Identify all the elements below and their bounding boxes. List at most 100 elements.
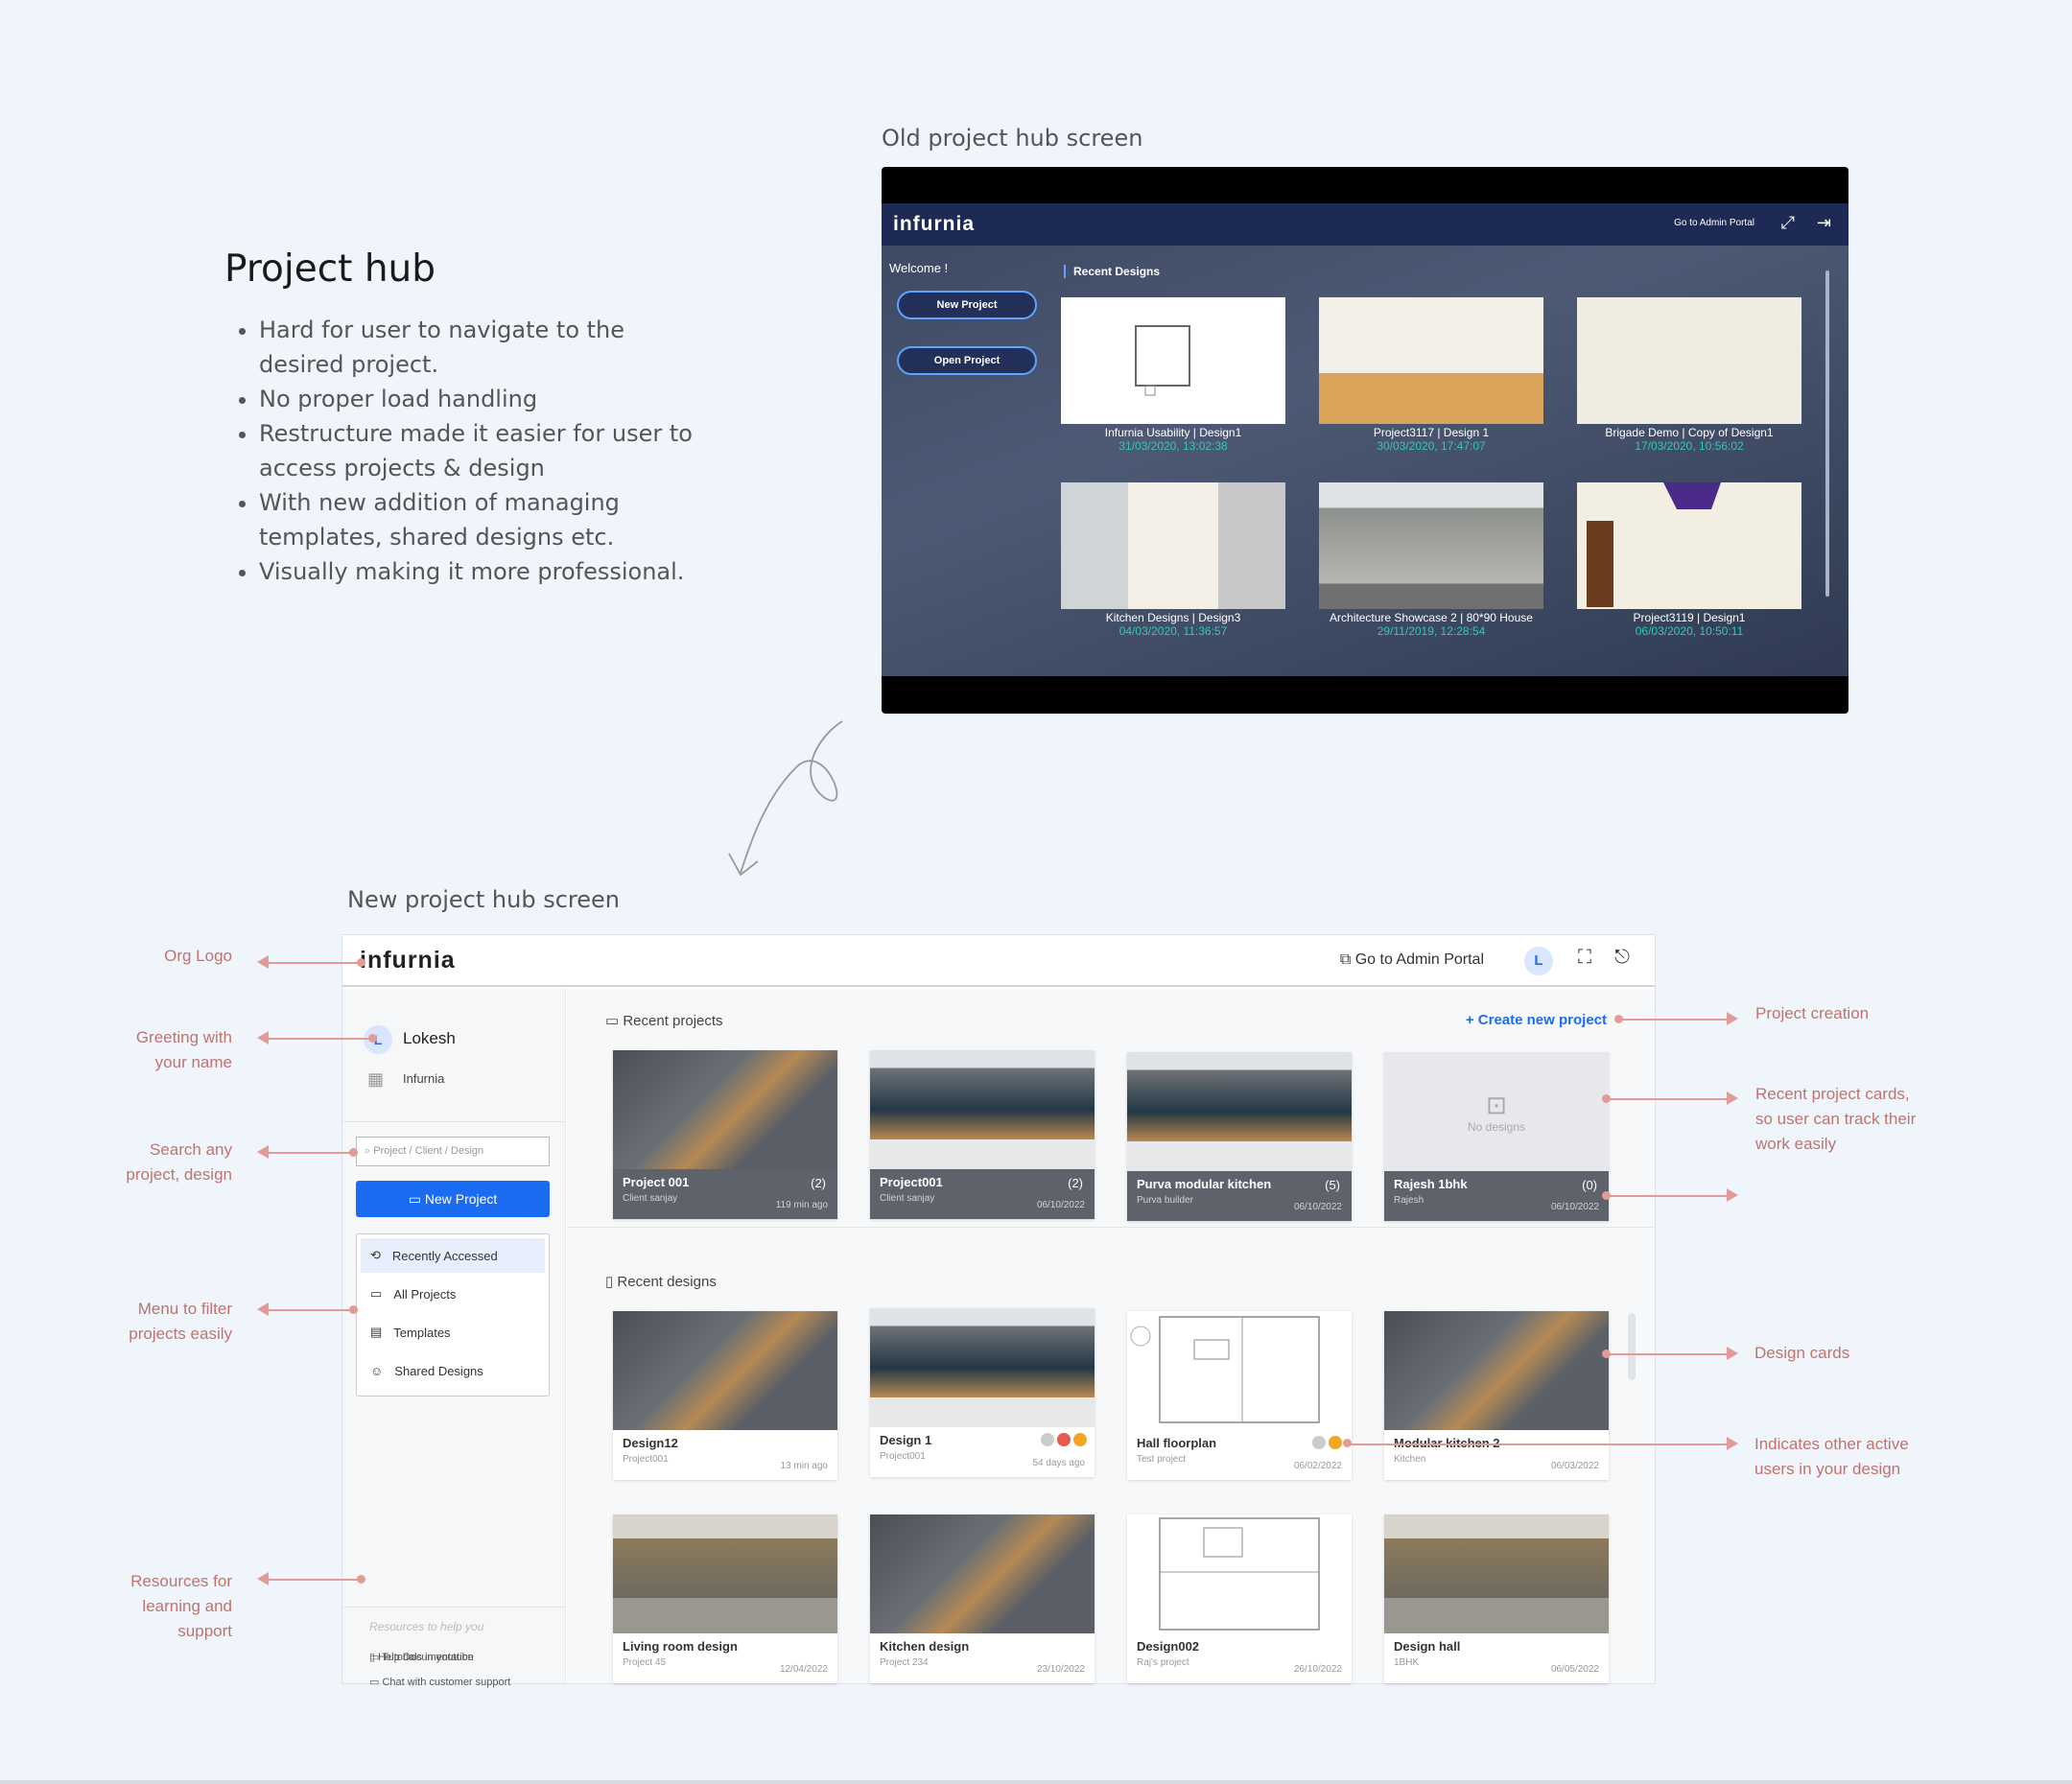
annotation-line bbox=[265, 962, 361, 964]
avatar[interactable]: L bbox=[1524, 947, 1553, 975]
logout-icon[interactable]: ⎋ bbox=[1614, 947, 1630, 969]
scrollbar[interactable] bbox=[1628, 1313, 1636, 1380]
annotation-text: projects easily bbox=[129, 1325, 232, 1343]
design-date: 06/03/2022 bbox=[1550, 1461, 1599, 1471]
chat-support-link[interactable]: ▭ Chat with customer support bbox=[369, 1676, 510, 1688]
design-card-footer: Modular kitchen 2 Kitchen 06/03/2022 bbox=[1384, 1430, 1609, 1480]
design-name: Design002 bbox=[1137, 1639, 1200, 1654]
menu-item-all-projects[interactable]: ▭ All Projects bbox=[361, 1277, 545, 1311]
design-count: (5) bbox=[1325, 1178, 1340, 1192]
folder-icon: ▭ bbox=[605, 1013, 624, 1029]
design-thumb bbox=[613, 1514, 837, 1633]
annotation-design-cards: Design cards bbox=[1754, 1344, 1850, 1362]
design-thumb bbox=[1384, 1514, 1609, 1633]
annotation-creation: Project creation bbox=[1755, 1004, 1870, 1022]
old-admin-link[interactable]: Go to Admin Portal bbox=[1674, 218, 1754, 228]
project-card-footer: Project001 Client sanjay (2) 06/10/2022 bbox=[870, 1169, 1095, 1219]
design-date: 06/02/2022 bbox=[1293, 1461, 1342, 1471]
external-link-icon: ⧉ bbox=[1339, 951, 1355, 968]
help-docs-link[interactable]: ▯ Help Documentation bbox=[369, 1651, 474, 1663]
intro-list: Hard for user to navigate to the desired… bbox=[255, 313, 716, 589]
annotation-line bbox=[265, 1309, 353, 1311]
create-project-link[interactable]: + Create new project bbox=[1466, 1012, 1607, 1028]
annotation-dot bbox=[349, 1305, 358, 1314]
admin-portal-link[interactable]: ⧉ Go to Admin Portal bbox=[1340, 951, 1484, 969]
intro-point: With new addition of managing templates,… bbox=[259, 485, 716, 554]
logout-icon[interactable]: ⇥ bbox=[1817, 213, 1831, 233]
inbox-icon: ⊡ bbox=[1486, 1091, 1507, 1119]
project-card[interactable]: Project001 Client sanjay (2) 06/10/2022 bbox=[870, 1050, 1095, 1219]
project-card-footer: Project 001 Client sanjay (2) 119 min ag… bbox=[613, 1169, 837, 1219]
annotation-line bbox=[265, 1038, 372, 1040]
design-card-footer: Living room design Project 45 12/04/2022 bbox=[613, 1633, 837, 1683]
design-date: 26/10/2022 bbox=[1293, 1664, 1342, 1675]
old-thumb bbox=[1577, 482, 1801, 609]
arrow-right-icon bbox=[1727, 1347, 1738, 1360]
menu-item-templates[interactable]: ▤ Templates bbox=[361, 1315, 545, 1350]
old-card-name: Infurnia Usability | Design1 bbox=[1104, 426, 1242, 439]
project-card[interactable]: Project 001 Client sanjay (2) 119 min ag… bbox=[613, 1050, 837, 1219]
fullscreen-icon[interactable]: ⛶ bbox=[1578, 947, 1591, 969]
old-design-card[interactable]: Project3117 | Design 1 30/03/2020, 17:47… bbox=[1319, 297, 1543, 453]
menu-item-shared-designs[interactable]: ☺ Shared Designs bbox=[361, 1353, 545, 1388]
old-logo: infurnia bbox=[893, 213, 975, 235]
book-icon: ▯ bbox=[369, 1652, 379, 1663]
annotation-text: learning and bbox=[142, 1597, 232, 1615]
annotation-greeting: Greeting with your name bbox=[86, 1025, 232, 1075]
old-design-card[interactable]: Brigade Demo | Copy of Design1 17/03/202… bbox=[1577, 297, 1801, 453]
design-card[interactable]: Modular kitchen 2 Kitchen 06/03/2022 bbox=[1384, 1311, 1609, 1480]
old-card-name: Project3117 | Design 1 bbox=[1373, 426, 1490, 439]
recent-projects-title: ▭ Recent projects bbox=[605, 1012, 723, 1029]
new-project-button[interactable]: ▭ New Project bbox=[356, 1181, 550, 1217]
design-card[interactable]: Design hall 1BHK 06/05/2022 bbox=[1384, 1514, 1609, 1683]
design-card[interactable]: Living room design Project 45 12/04/2022 bbox=[613, 1514, 837, 1683]
old-card-date: 06/03/2020, 10:50:11 bbox=[1635, 624, 1744, 638]
old-new-project-button[interactable]: New Project bbox=[897, 291, 1037, 319]
old-open-project-button[interactable]: Open Project bbox=[897, 346, 1037, 375]
topbar: infurnia ⧉ Go to Admin Portal L ⛶ ⎋ bbox=[342, 935, 1655, 987]
design-card[interactable]: Kitchen design Project 234 23/10/2022 bbox=[870, 1514, 1095, 1683]
design-card[interactable]: Design12 Project001 13 min ago bbox=[613, 1311, 837, 1480]
design-card[interactable]: Design002 Raj's project 26/10/2022 bbox=[1127, 1514, 1352, 1683]
design-name: Design12 bbox=[623, 1436, 678, 1450]
annotation-menu: Menu to filter projects easily bbox=[86, 1297, 232, 1347]
annotation-org-logo: Org Logo bbox=[164, 947, 232, 965]
search-placeholder: Project / Client / Design bbox=[373, 1145, 484, 1157]
annotation-text: Greeting with bbox=[135, 1028, 232, 1046]
annotation-search: Search any project, design bbox=[86, 1138, 232, 1187]
old-design-card[interactable]: Infurnia Usability | Design1 31/03/2020,… bbox=[1061, 297, 1285, 453]
divider bbox=[342, 1121, 566, 1122]
annotation-text: your name bbox=[154, 1053, 232, 1071]
arrow-right-icon bbox=[1727, 1012, 1738, 1025]
old-design-card[interactable]: Kitchen Designs | Design3 04/03/2020, 11… bbox=[1061, 482, 1285, 638]
arrow-right-icon bbox=[1727, 1437, 1738, 1450]
search-input[interactable]: ⌕ Project / Client / Design bbox=[356, 1137, 550, 1166]
active-user-dot bbox=[1057, 1433, 1071, 1446]
project-name: Project001 bbox=[880, 1175, 943, 1189]
design-date: 06/05/2022 bbox=[1550, 1664, 1599, 1675]
project-card[interactable]: ⊡ No designs Rajesh 1bhk Rajesh (0) 06/1… bbox=[1384, 1052, 1609, 1221]
annotation-line bbox=[265, 1579, 361, 1581]
annotation-text: project, design bbox=[126, 1165, 232, 1184]
new-project-label: New Project bbox=[424, 1191, 498, 1207]
project-card[interactable]: Purva modular kitchen Purva builder (5) … bbox=[1127, 1052, 1352, 1221]
old-thumb bbox=[1319, 297, 1543, 424]
old-card-name: Kitchen Designs | Design3 bbox=[1105, 611, 1241, 624]
old-design-card[interactable]: Architecture Showcase 2 | 80*90 House 29… bbox=[1319, 482, 1543, 638]
annotation-text: Search any bbox=[150, 1140, 232, 1159]
chat-icon: ▭ bbox=[369, 1677, 383, 1688]
old-scrollbar[interactable] bbox=[1825, 270, 1829, 597]
design-card[interactable]: Hall floorplan Test project 06/02/2022 bbox=[1127, 1311, 1352, 1480]
design-date: 12/04/2022 bbox=[779, 1664, 828, 1675]
design-card[interactable]: Design 1 Project001 54 days ago bbox=[870, 1308, 1095, 1477]
project-date: 119 min ago bbox=[775, 1200, 828, 1210]
folder-plus-icon: ▭ bbox=[408, 1191, 425, 1207]
menu-item-recently-accessed[interactable]: ⟲ Recently Accessed bbox=[361, 1238, 545, 1273]
old-thumb bbox=[1061, 482, 1285, 609]
main-content: ▭ Recent projects + Create new project P… bbox=[567, 989, 1655, 1683]
org-name: Infurnia bbox=[403, 1071, 445, 1086]
old-design-card[interactable]: Project3119 | Design1 06/03/2020, 10:50:… bbox=[1577, 482, 1801, 638]
expand-icon[interactable]: ⤢ bbox=[1781, 213, 1795, 233]
active-user-dot bbox=[1329, 1436, 1342, 1449]
admin-portal-label: Go to Admin Portal bbox=[1354, 951, 1484, 968]
